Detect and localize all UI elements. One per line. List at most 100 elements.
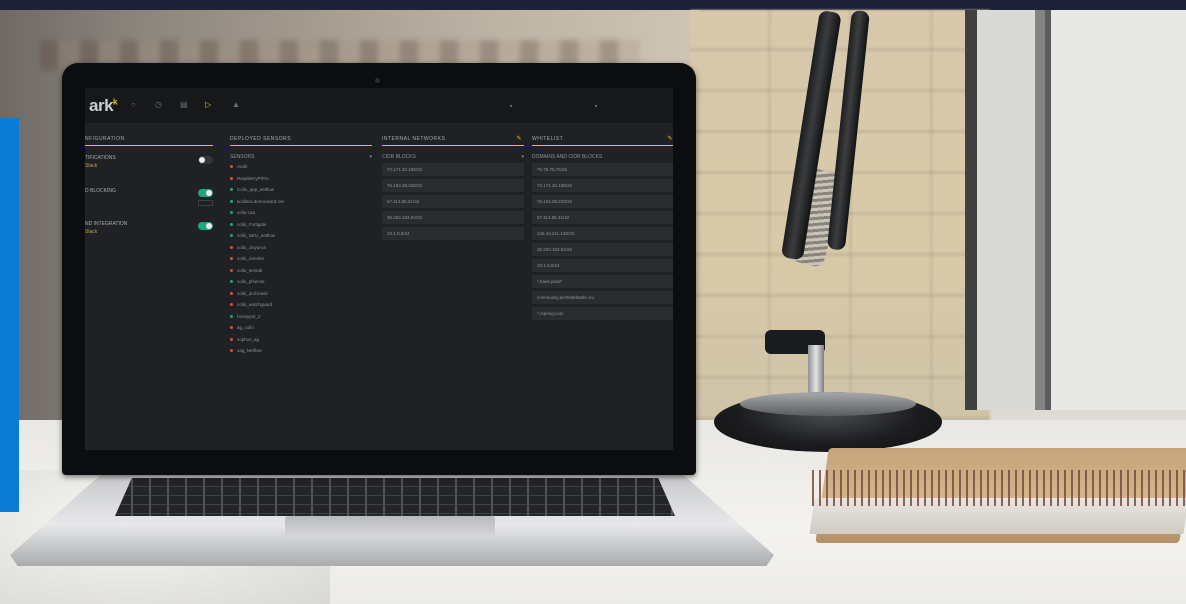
internal-networks-column: INTERNAL NETWORKS ✎ CIDR BLOCKS ▾ 72.171.3…	[382, 136, 524, 240]
cidr-subheader-label: CIDR BLOCKS	[382, 154, 416, 160]
sensor-item[interactable]: collo_NEU_netflow	[230, 233, 372, 245]
notifications-label: TIFICATIONS	[85, 155, 116, 161]
notifications-sub[interactable]: Slack	[85, 163, 213, 169]
sensor-name: collo_snmab	[237, 267, 263, 273]
sensor-item[interactable]: xag_Netflow	[230, 348, 372, 360]
sensor-item[interactable]: ag_collo	[230, 325, 372, 337]
sensor-item[interactable]: collo_cloyuncs	[230, 245, 372, 257]
sensor-name: honeypot_2	[237, 313, 261, 319]
blocking-button[interactable]	[198, 200, 213, 206]
configuration-title: NFIGURATION	[85, 136, 213, 146]
logo-superscript: k	[113, 97, 117, 107]
sensor-name: Audit	[237, 164, 248, 169]
cidr-subheader[interactable]: CIDR BLOCKS ▾	[382, 154, 524, 160]
integration-toggle[interactable]	[198, 222, 213, 230]
lock-icon: ■	[510, 103, 513, 108]
toggle-knob	[199, 157, 205, 163]
shopping-icon: ■	[595, 103, 598, 108]
cidr-entry[interactable]: 72.171.32.198/32	[382, 163, 524, 176]
sensor-name: ag_collo	[237, 325, 254, 330]
sensor-name: collo-caq	[237, 210, 256, 215]
notebook-spiral	[812, 470, 1186, 506]
sensor-item[interactable]: kcollara.demoukard.net	[230, 199, 372, 211]
cidr-entry[interactable]: 35.202.163.94/32	[382, 211, 524, 224]
status-dot-icon	[230, 268, 233, 272]
clock-icon[interactable]: ◷	[155, 100, 162, 109]
whitelist-entry[interactable]: 35.202.163.94/32	[532, 243, 673, 256]
sensor-item[interactable]: RaspberryPiPro	[230, 176, 372, 188]
sensor-name: kcollara.demoukard.net	[237, 198, 284, 204]
blocking-toggle[interactable]	[198, 189, 213, 197]
trash-icon[interactable]: ▲	[232, 100, 240, 109]
account-menu[interactable]: ■	[595, 103, 597, 108]
integration-sub[interactable]: Slack	[85, 229, 213, 235]
configuration-column: NFIGURATION TIFICATIONS Slack D BLOCKING…	[85, 136, 213, 248]
whitelist-entry[interactable]: 76.194.38.220/32	[532, 195, 673, 208]
top-bar	[0, 0, 1186, 10]
whitelist-entry[interactable]: 75.75.75.75/32	[532, 163, 673, 176]
list-icon[interactable]: ▤	[180, 100, 188, 109]
whitelist-entry[interactable]: *.rspring.com	[532, 307, 673, 320]
sensor-item[interactable]: Collo_app_netflow	[230, 187, 372, 199]
sensor-name: collo_pfsense	[237, 279, 265, 284]
notifications-row: TIFICATIONS Slack	[85, 155, 213, 182]
app-logo[interactable]: arkk	[89, 96, 117, 116]
sensor-item[interactable]: honeypot_2	[230, 314, 372, 326]
whitelist-entry[interactable]: *.bank.plaid*	[532, 275, 673, 288]
sensor-name: RaspberryPiPro	[237, 175, 269, 181]
status-dot-icon	[230, 337, 233, 341]
app-header: arkk ○ ◷ ▤ ▷ ▲ ■ ■	[85, 88, 673, 123]
home-icon[interactable]: ○	[131, 100, 136, 109]
internal-networks-title: INTERNAL NETWORKS ✎	[382, 136, 524, 146]
cidr-list: 72.171.32.198/32 76.193.38.220/32 57.114.8…	[382, 163, 524, 240]
sensor-item[interactable]: collo_Fortigate	[230, 222, 372, 234]
edit-icon[interactable]: ✎	[516, 135, 522, 142]
sensor-item[interactable]: collo_snmab	[230, 268, 372, 280]
whitelist-entry[interactable]: 72.171.32.198/32	[532, 179, 673, 192]
notifications-toggle[interactable]	[198, 156, 213, 164]
status-dot-icon	[230, 303, 233, 307]
sensor-item[interactable]: Audit	[230, 164, 372, 176]
sensor-item[interactable]: collo_pfsense	[230, 279, 372, 291]
whitelist-entry[interactable]: 10.1.0.0/24	[532, 259, 673, 272]
status-dot-icon	[230, 199, 233, 203]
lamp-base-top	[740, 392, 916, 416]
whitelist-title-label: WHITELIST	[532, 136, 564, 142]
sensor-item[interactable]: collo_archivasil	[230, 291, 372, 303]
cidr-entry[interactable]: 57.114.85.31/32	[382, 195, 524, 208]
sensor-item[interactable]: collo_rarester	[230, 256, 372, 268]
status-dot-icon	[230, 314, 233, 318]
laptop-trackpad	[285, 516, 495, 538]
status-dot-icon	[230, 188, 233, 192]
status-dot-icon	[230, 165, 233, 169]
toggle-knob	[206, 190, 212, 196]
user-menu[interactable]: ■	[510, 103, 512, 108]
laptop-screen: arkk ○ ◷ ▤ ▷ ▲ ■ ■ NFIGURATION TIFICATIO…	[85, 88, 673, 450]
blocking-row: D BLOCKING	[85, 188, 213, 215]
whitelist-title: WHITELIST ✎	[532, 136, 673, 146]
sensor-item[interactable]: sophos_ag	[230, 337, 372, 349]
sensors-subheader[interactable]: SENSORS ▾	[230, 154, 372, 160]
cidr-entry[interactable]: 76.193.38.220/32	[382, 179, 524, 192]
logo-text: ark	[89, 96, 114, 115]
whitelist-column: WHITELIST ✎ DOMAINS AND CIDR BLOCKS 75.75…	[532, 136, 673, 320]
cidr-entry[interactable]: 10.1.0.0/24	[382, 227, 524, 240]
whitelist-entry[interactable]: community.archeitektathc.eu	[532, 291, 673, 304]
sensor-item[interactable]: collo_watchguard	[230, 302, 372, 314]
integration-label: ND INTEGRATION	[85, 221, 128, 227]
chevron-down-icon[interactable]: ▾	[521, 154, 524, 160]
chevron-down-icon[interactable]: ▾	[369, 154, 372, 160]
whitelist-entry[interactable]: 146.44.211.136/32	[532, 227, 673, 240]
sensor-list: Audit RaspberryPiPro Collo_app_netflow kcol…	[230, 164, 372, 360]
sensor-name: collo_rarester	[237, 256, 265, 261]
deployed-sensors-title: DEPLOYED SENSORS	[230, 136, 372, 146]
edit-icon[interactable]: ✎	[667, 135, 673, 142]
status-dot-icon	[230, 349, 233, 353]
sensor-name: collo_cloyuncs	[237, 244, 267, 250]
status-dot-icon	[230, 291, 233, 295]
sensor-name: xag_Netflow	[237, 348, 262, 353]
status-dot-icon	[230, 234, 233, 238]
folder-icon[interactable]: ▷	[205, 100, 211, 109]
whitelist-entry[interactable]: 57.114.88.31/32	[532, 211, 673, 224]
sensor-item[interactable]: collo-caq	[230, 210, 372, 222]
